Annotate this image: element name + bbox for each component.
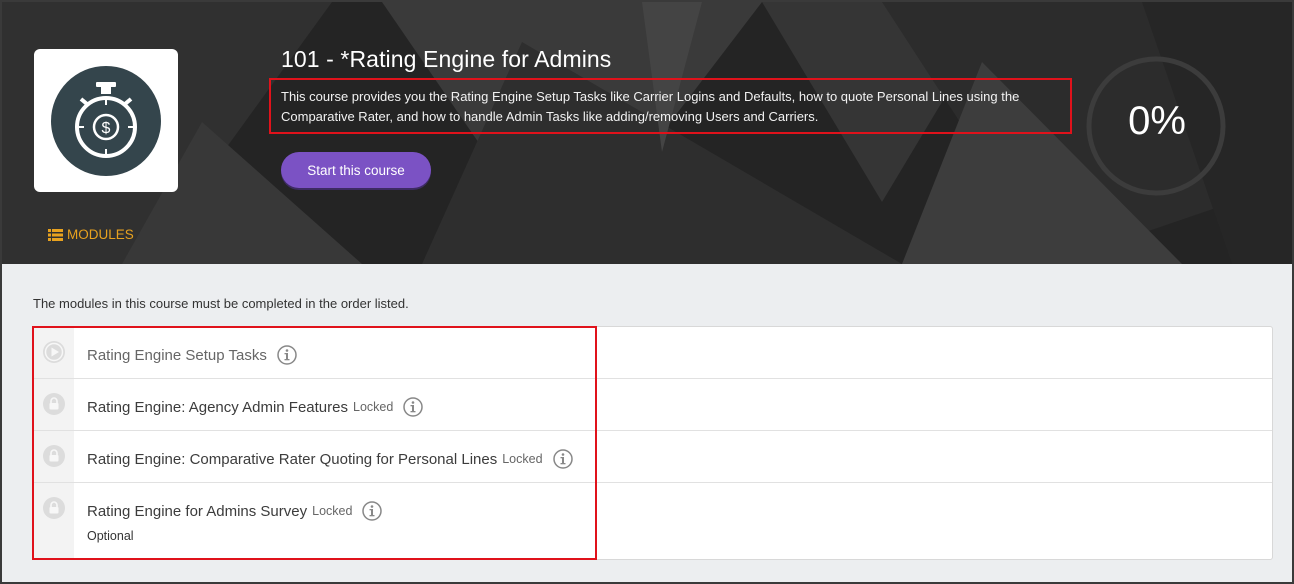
lock-icon [43, 393, 65, 415]
module-row[interactable]: Rating Engine: Agency Admin Features Loc… [34, 379, 1272, 431]
module-status [34, 483, 74, 560]
info-icon[interactable] [552, 449, 573, 469]
module-title[interactable]: Rating Engine Setup Tasks [87, 345, 297, 365]
svg-text:$: $ [102, 120, 111, 137]
module-list: Rating Engine Setup Tasks Rating Engine:… [33, 326, 1273, 560]
module-status [34, 327, 74, 378]
module-status [34, 431, 74, 482]
locked-tag: Locked [353, 400, 394, 414]
module-title[interactable]: Rating Engine: Comparative Rater Quoting… [87, 449, 573, 469]
module-row[interactable]: Rating Engine: Comparative Rater Quoting… [34, 431, 1272, 483]
module-row[interactable]: Rating Engine Setup Tasks [34, 327, 1272, 379]
lock-icon [43, 497, 65, 519]
list-icon [48, 228, 63, 241]
optional-tag: Optional [87, 529, 134, 543]
module-name-text[interactable]: Rating Engine for Admins Survey [87, 503, 307, 520]
course-hero: $ 101 - *Rating Engine for Admins This c… [2, 2, 1292, 264]
module-order-note: The modules in this course must be compl… [33, 296, 409, 311]
module-name-text[interactable]: Rating Engine Setup Tasks [87, 347, 267, 364]
module-title[interactable]: Rating Engine for Admins Survey Locked [87, 501, 383, 521]
course-description: This course provides you the Rating Engi… [281, 89, 1020, 124]
module-name-text[interactable]: Rating Engine: Comparative Rater Quoting… [87, 451, 497, 468]
module-status [34, 379, 74, 430]
course-title: 101 - *Rating Engine for Admins [281, 46, 612, 72]
tab-modules-label: MODULES [67, 227, 134, 242]
play-icon [43, 341, 65, 363]
lock-icon [43, 445, 65, 467]
stopwatch-dollar-icon: $ [51, 66, 161, 176]
start-course-button[interactable]: Start this course [281, 152, 431, 188]
course-logo: $ [34, 49, 178, 192]
page-frame: $ 101 - *Rating Engine for Admins This c… [0, 0, 1294, 584]
locked-tag: Locked [312, 504, 353, 518]
module-title[interactable]: Rating Engine: Agency Admin Features Loc… [87, 397, 424, 417]
locked-tag: Locked [502, 452, 543, 466]
info-icon[interactable] [403, 397, 424, 417]
info-icon[interactable] [362, 501, 383, 521]
tab-modules[interactable]: MODULES [48, 227, 134, 242]
module-row[interactable]: Rating Engine for Admins Survey Locked O… [34, 483, 1272, 560]
module-name-text[interactable]: Rating Engine: Agency Admin Features [87, 399, 348, 416]
progress-percent: 0% [1128, 99, 1186, 143]
info-icon[interactable] [277, 345, 297, 365]
